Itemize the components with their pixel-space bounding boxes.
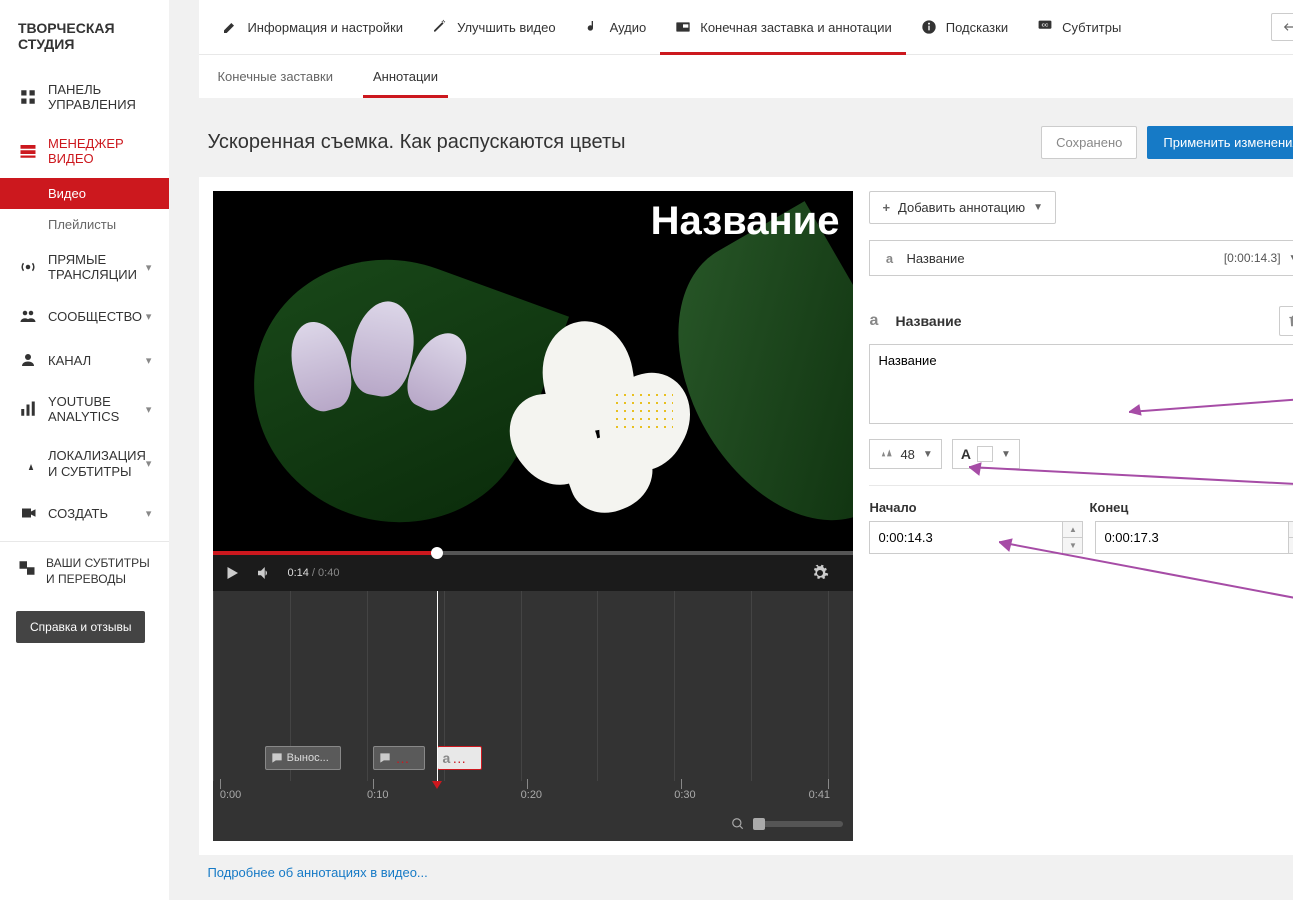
- chevron-down-icon: ▾: [146, 261, 152, 274]
- time-current: 0:14: [287, 567, 308, 579]
- caret-down-icon: ▼: [1289, 253, 1293, 264]
- more-info-link[interactable]: Подробнее об аннотациях в видео...: [207, 865, 427, 880]
- back-button[interactable]: [1271, 13, 1293, 41]
- sidebar: ТВОРЧЕСКАЯ СТУДИЯ ПАНЕЛЬ УПРАВЛЕНИЯ МЕНЕ…: [0, 0, 169, 900]
- info-icon: [920, 18, 938, 36]
- cc-icon: CC: [1036, 18, 1054, 36]
- sidebar-label: СООБЩЕСТВО: [48, 309, 146, 324]
- add-annotation-button[interactable]: + Добавить аннотацию ▼: [869, 191, 1056, 224]
- apply-button[interactable]: Применить изменения: [1147, 126, 1293, 159]
- tab-cards[interactable]: Подсказки: [906, 0, 1022, 54]
- tabs-top: Информация и настройки Улучшить видео Ау…: [199, 0, 1293, 55]
- annotation-type-icon: a: [880, 249, 898, 267]
- tab-endscreen[interactable]: Конечная заставка и аннотации: [660, 0, 905, 54]
- time-total: / 0:40: [309, 567, 340, 579]
- dashboard-icon: [18, 87, 38, 107]
- sidebar-sub-playlists[interactable]: Плейлисты: [0, 209, 169, 240]
- chevron-down-icon: ▾: [146, 457, 152, 470]
- spinner-up[interactable]: ▲: [1289, 522, 1293, 538]
- live-icon: [18, 257, 38, 277]
- channel-icon: [18, 350, 38, 370]
- zoom-icon: [731, 817, 745, 831]
- sidebar-label: СОЗДАТЬ: [48, 506, 146, 521]
- sidebar-item-video-manager[interactable]: МЕНЕДЖЕР ВИДЕО: [0, 124, 169, 178]
- sidebar-label: КАНАЛ: [48, 353, 146, 368]
- timeline-item[interactable]: Вынос...: [265, 746, 342, 770]
- tab-info[interactable]: Информация и настройки: [207, 0, 417, 54]
- play-icon[interactable]: [223, 564, 241, 582]
- endscreen-icon: [674, 18, 692, 36]
- annotation-type-icon: a: [869, 312, 887, 330]
- sidebar-sub-video[interactable]: Видео: [0, 178, 169, 209]
- create-icon: [18, 503, 38, 523]
- zoom-slider[interactable]: [753, 821, 843, 827]
- start-label: Начало: [869, 500, 1089, 515]
- analytics-icon: [18, 399, 38, 419]
- sidebar-item-localization[interactable]: ЛОКАЛИЗАЦИЯ И СУБТИТРЫ ▾: [0, 436, 169, 491]
- sidebar-item-live[interactable]: ПРЯМЫЕ ТРАНСЛЯЦИИ ▾: [0, 240, 169, 294]
- spinner-up[interactable]: ▲: [1063, 522, 1082, 538]
- feedback-button[interactable]: Справка и отзывы: [16, 611, 145, 643]
- tab-enhance[interactable]: Улучшить видео: [417, 0, 570, 54]
- sidebar-item-translations[interactable]: ВАШИ СУБТИТРЫ И ПЕРЕВОДЫ: [0, 548, 169, 595]
- annotation-overlay[interactable]: Название: [651, 199, 840, 244]
- svg-text:CC: CC: [1042, 22, 1049, 27]
- timeline[interactable]: Вынос... … a … 0:00: [213, 591, 853, 841]
- page-title: Ускоренная съемка. Как распускаются цвет…: [207, 131, 1041, 154]
- community-icon: [18, 306, 38, 326]
- font-size-selector[interactable]: 48 ▼: [869, 439, 941, 469]
- delete-annotation-button[interactable]: [1279, 306, 1293, 336]
- font-size-icon: [878, 447, 896, 461]
- end-label: Конец: [1089, 500, 1293, 515]
- timeline-item[interactable]: …: [373, 746, 424, 770]
- annotation-selector[interactable]: a Название [0:00:14.3] ▼: [869, 240, 1293, 276]
- sidebar-item-dashboard[interactable]: ПАНЕЛЬ УПРАВЛЕНИЯ: [0, 70, 169, 124]
- status-saved: Сохранено: [1041, 126, 1137, 159]
- main-content: Информация и настройки Улучшить видео Ау…: [169, 0, 1293, 900]
- tab-audio[interactable]: Аудио: [570, 0, 661, 54]
- callout-arrow: [999, 537, 1293, 637]
- plus-icon: +: [882, 200, 890, 215]
- callout-arrow: [1129, 387, 1293, 417]
- timeline-item-selected[interactable]: a …: [437, 746, 482, 770]
- chevron-down-icon: ▾: [146, 403, 152, 416]
- chevron-down-icon: ▾: [146, 354, 152, 367]
- sidebar-label: YOUTUBE ANALYTICS: [48, 394, 146, 424]
- progress-bar[interactable]: [213, 551, 853, 555]
- back-arrow-icon: [1280, 20, 1293, 34]
- pencil-icon: [221, 18, 239, 36]
- video-preview[interactable]: Название: [213, 191, 853, 551]
- sidebar-item-channel[interactable]: КАНАЛ ▾: [0, 338, 169, 382]
- translate-icon: [18, 558, 36, 578]
- tabs-sub: Конечные заставки Аннотации: [199, 55, 1293, 98]
- localization-icon: [18, 454, 38, 474]
- gear-icon[interactable]: [811, 564, 829, 582]
- video-manager-icon: [18, 141, 38, 161]
- sidebar-label: ПРЯМЫЕ ТРАНСЛЯЦИИ: [48, 252, 146, 282]
- sidebar-item-analytics[interactable]: YOUTUBE ANALYTICS ▾: [0, 382, 169, 436]
- caret-down-icon: ▼: [1033, 202, 1043, 213]
- sidebar-label: ЛОКАЛИЗАЦИЯ И СУБТИТРЫ: [48, 448, 146, 479]
- sidebar-title: ТВОРЧЕСКАЯ СТУДИЯ: [0, 0, 169, 70]
- subtab-annotations[interactable]: Аннотации: [363, 55, 448, 98]
- sidebar-label: ПАНЕЛЬ УПРАВЛЕНИЯ: [48, 82, 151, 112]
- volume-icon[interactable]: [255, 564, 273, 582]
- wand-icon: [431, 18, 449, 36]
- tab-subtitles[interactable]: CC Субтитры: [1022, 0, 1135, 54]
- subtab-endscreens[interactable]: Конечные заставки: [207, 55, 343, 98]
- callout-arrow: [969, 457, 1293, 497]
- sidebar-item-community[interactable]: СООБЩЕСТВО ▾: [0, 294, 169, 338]
- sidebar-label: МЕНЕДЖЕР ВИДЕО: [48, 136, 151, 166]
- timeline-playhead[interactable]: [437, 591, 438, 781]
- chevron-down-icon: ▾: [146, 310, 152, 323]
- chevron-down-icon: ▾: [146, 507, 152, 520]
- caret-down-icon: ▼: [923, 449, 933, 460]
- music-icon: [584, 18, 602, 36]
- sidebar-item-create[interactable]: СОЗДАТЬ ▾: [0, 491, 169, 535]
- trash-icon: [1287, 314, 1293, 328]
